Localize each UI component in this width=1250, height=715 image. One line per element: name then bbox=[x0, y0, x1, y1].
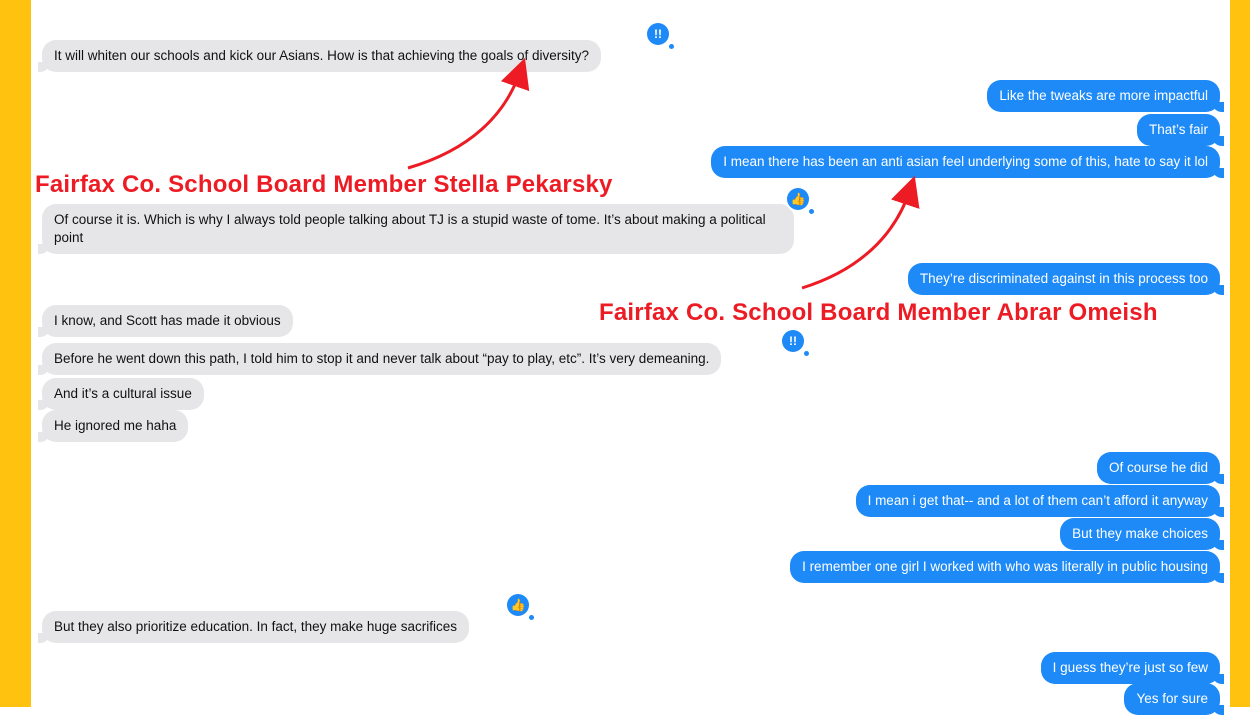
annotation-stella-pekarsky: Fairfax Co. School Board Member Stella P… bbox=[35, 171, 613, 198]
arrow-to-omeish-message bbox=[801, 175, 920, 290]
arrow-to-stella-message bbox=[407, 57, 530, 170]
annotation-arrows bbox=[407, 57, 920, 290]
annotation-abrar-omeish: Fairfax Co. School Board Member Abrar Om… bbox=[599, 299, 1158, 326]
